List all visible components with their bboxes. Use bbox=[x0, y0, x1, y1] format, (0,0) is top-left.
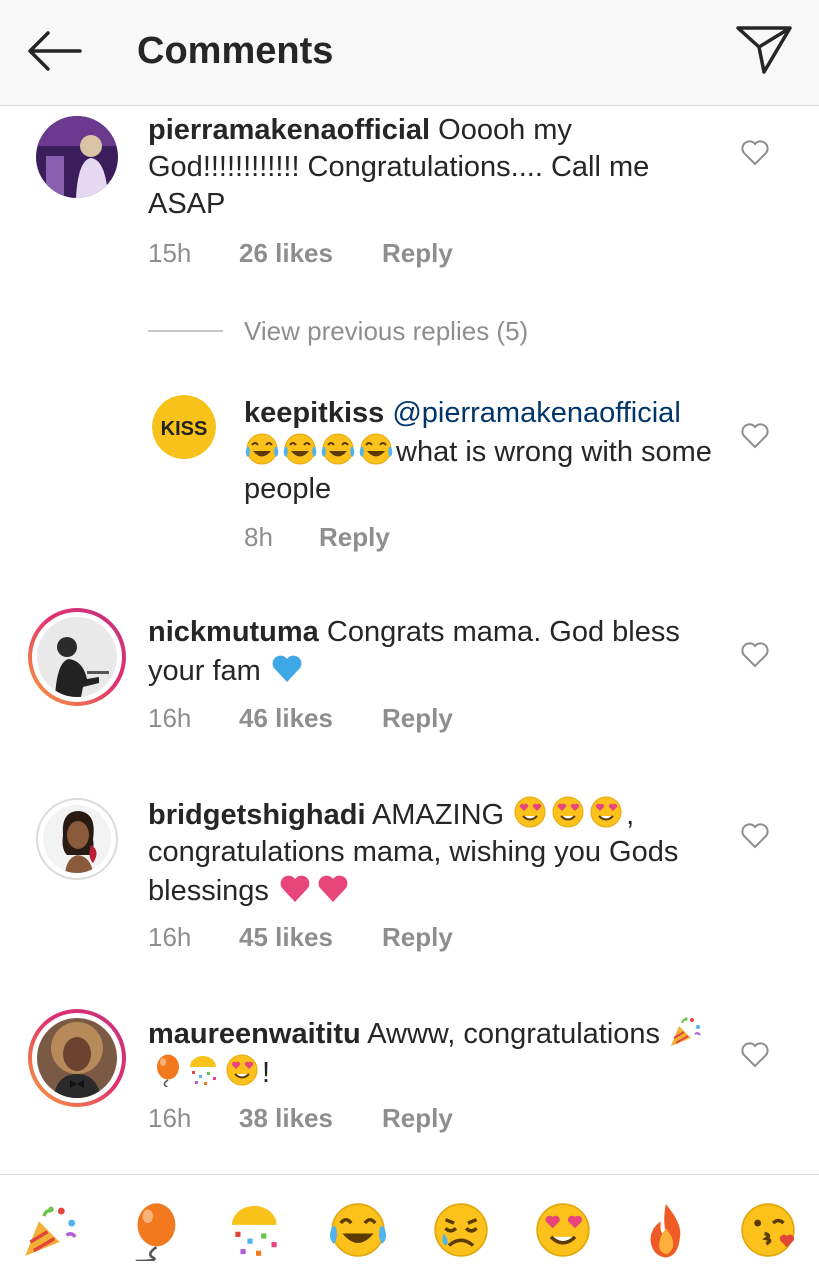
heart-eyes-emoji bbox=[512, 795, 548, 829]
avatar[interactable] bbox=[36, 116, 118, 198]
comment-time: 16h bbox=[148, 703, 192, 733]
tears-of-joy-emoji bbox=[244, 432, 280, 466]
tears-of-joy-emoji bbox=[320, 432, 356, 466]
comment-username[interactable]: maureenwaititu bbox=[148, 1018, 361, 1050]
mention-link[interactable]: @pierramakenaofficial bbox=[392, 397, 680, 429]
pink-heart-emoji bbox=[277, 871, 313, 905]
comment-text: nickmutuma Congrats mama. God bless your… bbox=[148, 614, 723, 690]
avatar bbox=[43, 805, 111, 873]
avatar bbox=[37, 617, 117, 697]
like-heart-icon[interactable] bbox=[740, 138, 770, 166]
balloon-icon[interactable] bbox=[122, 1199, 184, 1263]
page-title: Comments bbox=[137, 30, 334, 72]
view-previous-label[interactable]: View previous replies (5) bbox=[244, 316, 528, 347]
story-ring[interactable] bbox=[28, 608, 126, 706]
reply-button[interactable]: Reply bbox=[382, 1103, 453, 1134]
confetti-ball-emoji bbox=[186, 1053, 222, 1087]
reply-button[interactable]: Reply bbox=[382, 922, 453, 953]
story-ring[interactable] bbox=[28, 1009, 126, 1107]
avatar-ring[interactable] bbox=[36, 798, 118, 880]
blue-heart-emoji bbox=[269, 651, 305, 685]
tears-of-joy-icon[interactable] bbox=[327, 1199, 389, 1261]
divider bbox=[148, 330, 223, 332]
avatar[interactable]: KISS bbox=[152, 395, 216, 459]
heart-eyes-icon[interactable] bbox=[532, 1199, 594, 1261]
comment-text: keepitkiss @pierramakenaofficial what is… bbox=[244, 395, 714, 508]
comment-time: 16h bbox=[148, 1103, 192, 1133]
balloon-emoji bbox=[148, 1053, 184, 1087]
comment-time: 15h bbox=[148, 238, 192, 268]
heart-eyes-emoji bbox=[550, 795, 586, 829]
tears-of-joy-emoji bbox=[358, 432, 394, 466]
comment-likes[interactable]: 45 likes bbox=[239, 922, 333, 953]
heart-eyes-emoji bbox=[588, 795, 624, 829]
comment-body: what is wrong bbox=[396, 436, 574, 468]
disappointed-relieved-icon[interactable] bbox=[430, 1199, 492, 1261]
comment-text: bridgetshighadi AMAZING , congratulation… bbox=[148, 795, 723, 910]
party-popper-icon[interactable] bbox=[20, 1199, 82, 1261]
comment-likes[interactable]: 26 likes bbox=[239, 238, 333, 269]
comment-body: Awww, congratulations bbox=[367, 1018, 661, 1050]
comment-body: AMAZING bbox=[371, 799, 505, 831]
tears-of-joy-emoji bbox=[282, 432, 318, 466]
comment-username[interactable]: bridgetshighadi bbox=[148, 799, 366, 831]
comment-username[interactable]: nickmutuma bbox=[148, 616, 319, 648]
comment-likes[interactable]: 46 likes bbox=[239, 703, 333, 734]
comment-likes[interactable]: 38 likes bbox=[239, 1103, 333, 1134]
heart-eyes-emoji bbox=[224, 1053, 260, 1087]
back-arrow-icon[interactable] bbox=[22, 26, 84, 76]
reply-button[interactable]: Reply bbox=[382, 703, 453, 734]
direct-send-icon[interactable] bbox=[734, 22, 794, 76]
comments-header: Comments bbox=[0, 0, 819, 106]
reply-button[interactable]: Reply bbox=[319, 522, 390, 553]
comment-text: maureenwaititu Awww, congratulations ! bbox=[148, 1014, 723, 1092]
like-heart-icon[interactable] bbox=[740, 821, 770, 849]
comment-time: 16h bbox=[148, 922, 192, 952]
comment-body-end: ! bbox=[262, 1057, 271, 1089]
like-heart-icon[interactable] bbox=[740, 640, 770, 668]
pink-heart-emoji bbox=[315, 871, 351, 905]
kiss-logo-text: KISS bbox=[161, 418, 208, 440]
comment-text: pierramakenaofficial Ooooh my God!!!!!!!… bbox=[148, 112, 723, 223]
like-heart-icon[interactable] bbox=[740, 1040, 770, 1068]
avatar bbox=[37, 1018, 117, 1098]
fire-icon[interactable] bbox=[635, 1199, 697, 1261]
comment-username[interactable]: pierramakenaofficial bbox=[148, 114, 430, 146]
comment-username[interactable]: keepitkiss bbox=[244, 397, 384, 429]
party-popper-emoji bbox=[668, 1014, 704, 1048]
reply-button[interactable]: Reply bbox=[382, 238, 453, 269]
confetti-ball-icon[interactable] bbox=[225, 1199, 287, 1261]
kissing-heart-icon[interactable] bbox=[737, 1199, 799, 1261]
comment-time: 8h bbox=[244, 522, 273, 552]
like-heart-icon[interactable] bbox=[740, 421, 770, 449]
emoji-quick-bar bbox=[0, 1174, 819, 1280]
